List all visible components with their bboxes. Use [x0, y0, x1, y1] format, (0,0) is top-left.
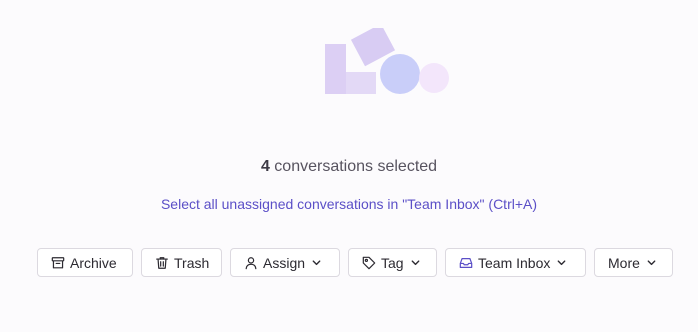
chevron-down-icon	[646, 257, 657, 268]
chevron-down-icon	[311, 257, 322, 268]
archive-button-label: Archive	[70, 254, 117, 271]
chevron-down-icon	[410, 257, 421, 268]
bulk-selection-panel: 4 conversations selected Select all unas…	[0, 0, 698, 332]
assign-dropdown-label: Assign	[263, 254, 306, 271]
selection-label: conversations selected	[274, 158, 438, 175]
tag-icon	[362, 256, 376, 270]
select-all-unassigned-link[interactable]: Select all unassigned conversations in "…	[0, 196, 698, 212]
trash-button[interactable]: Trash	[141, 248, 222, 277]
more-actions-label: More	[608, 254, 640, 271]
inbox-icon	[459, 256, 473, 270]
selection-count: 4	[260, 158, 270, 175]
more-actions-dropdown[interactable]: More	[594, 248, 673, 277]
archive-icon	[51, 256, 65, 270]
trash-icon	[155, 256, 169, 270]
assign-dropdown[interactable]: Assign	[230, 248, 340, 277]
trash-button-label: Trash	[174, 254, 210, 271]
archive-button[interactable]: Archive	[37, 248, 133, 277]
tag-dropdown-label: Tag	[381, 254, 404, 271]
move-to-inbox-label: Team Inbox	[478, 254, 551, 271]
tag-dropdown[interactable]: Tag	[348, 248, 437, 277]
empty-state-illustration	[325, 28, 449, 94]
chevron-down-icon	[556, 257, 567, 268]
move-to-inbox-dropdown[interactable]: Team Inbox	[445, 248, 586, 277]
selection-summary: 4 conversations selected	[0, 158, 698, 176]
user-icon	[244, 256, 258, 270]
